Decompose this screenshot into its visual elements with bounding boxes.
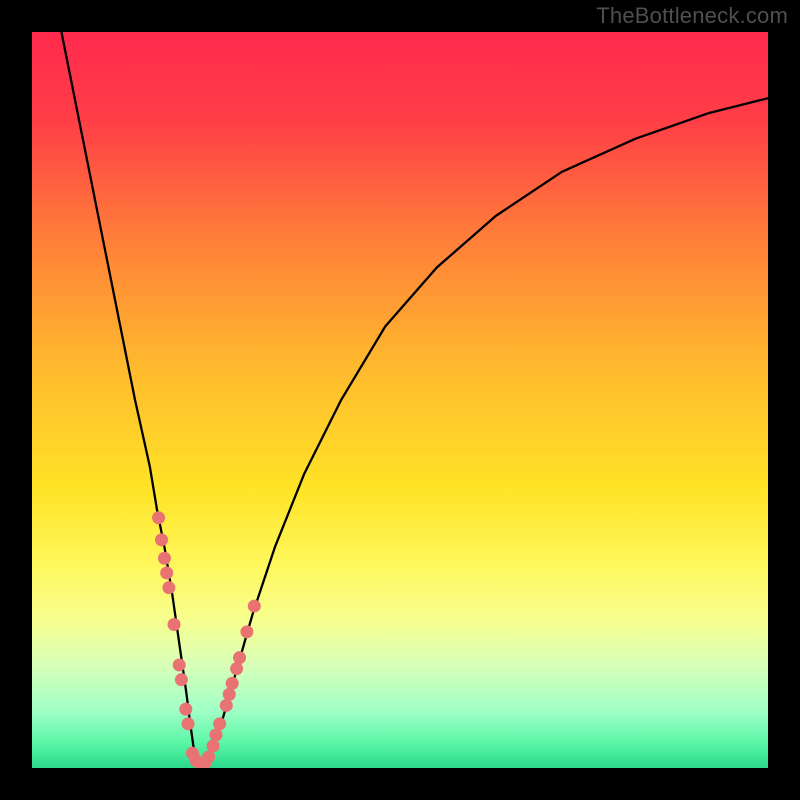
data-marker: [210, 728, 223, 741]
data-marker: [230, 662, 243, 675]
plot-area: [32, 32, 768, 768]
data-marker: [233, 651, 246, 664]
watermark-label: TheBottleneck.com: [596, 3, 788, 29]
bottleneck-curve: [61, 32, 768, 764]
data-marker: [226, 677, 239, 690]
data-marker: [207, 739, 220, 752]
data-marker: [213, 717, 226, 730]
data-marker: [220, 699, 233, 712]
chart-curve-layer: [32, 32, 768, 768]
data-marker: [168, 618, 181, 631]
data-marker: [175, 673, 188, 686]
data-marker: [158, 552, 171, 565]
data-marker: [240, 625, 253, 638]
data-marker: [248, 600, 261, 613]
data-marker: [160, 566, 173, 579]
data-marker: [179, 703, 192, 716]
data-marker: [152, 511, 165, 524]
data-marker: [155, 533, 168, 546]
data-marker: [173, 658, 186, 671]
data-marker: [223, 688, 236, 701]
data-marker: [162, 581, 175, 594]
chart-frame: TheBottleneck.com: [0, 0, 800, 800]
data-marker: [182, 717, 195, 730]
